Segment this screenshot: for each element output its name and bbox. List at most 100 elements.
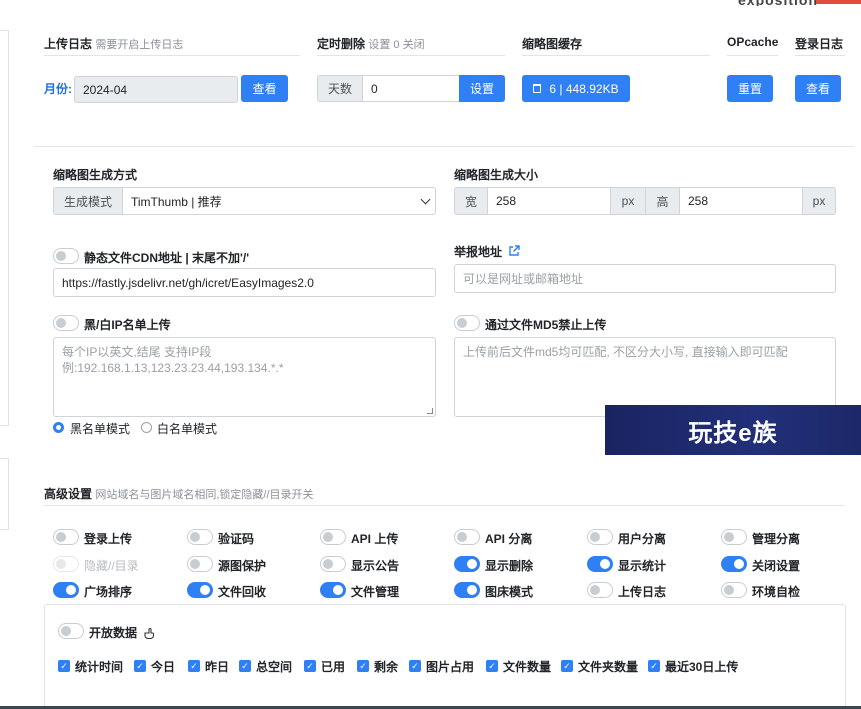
open-data-checkbox[interactable]: ✓: [188, 660, 200, 672]
advanced-toggle[interactable]: [721, 582, 747, 598]
header-logo-fragment: exposition: [738, 0, 861, 6]
advanced-toggle[interactable]: [187, 582, 213, 598]
thumb-method-title: 缩略图生成方式: [53, 168, 138, 182]
thumb-cache-button[interactable]: 6 | 448.92KB: [522, 75, 630, 102]
mode-addon: 生成模式: [53, 187, 123, 215]
thumb-cache-title: 缩略图缓存: [522, 37, 583, 51]
advanced-toggle-label: 显示统计: [618, 559, 667, 573]
open-data-panel: [44, 604, 846, 709]
opcache-title: OPcache: [727, 35, 779, 49]
advanced-toggle[interactable]: [53, 529, 79, 545]
open-data-checkbox[interactable]: ✓: [134, 660, 146, 672]
advanced-toggle[interactable]: [587, 556, 613, 572]
chevron-down-icon: [420, 194, 431, 204]
advanced-toggle-label: API 分离: [485, 532, 533, 546]
height-addon: 高: [645, 187, 680, 215]
scheduled-delete-title: 定时删除 设置 0 关闭: [317, 37, 425, 51]
open-data-label: 开放数据: [89, 626, 138, 640]
md5-toggle[interactable]: [454, 315, 480, 331]
trash-icon: [533, 84, 542, 93]
advanced-toggle-label: 显示删除: [485, 559, 534, 573]
advanced-toggle[interactable]: [53, 582, 79, 598]
sidebar-edge: [0, 458, 9, 530]
open-data-checkbox[interactable]: ✓: [239, 660, 251, 672]
thumb-size-title: 缩略图生成大小: [454, 168, 539, 182]
sidebar-edge: [0, 30, 9, 426]
advanced-toggle[interactable]: [187, 529, 213, 545]
blacklist-label: 黑名单模式: [70, 422, 131, 436]
upload-log-view-button[interactable]: 查看: [241, 75, 288, 102]
divider: [317, 55, 505, 56]
open-data-toggle[interactable]: [58, 623, 84, 639]
advanced-toggle[interactable]: [587, 582, 613, 598]
cdn-input[interactable]: https://fastly.jsdelivr.net/gh/icret/Eas…: [53, 268, 436, 297]
height-unit: px: [802, 187, 836, 215]
advanced-toggle[interactable]: [454, 529, 480, 545]
advanced-toggle-label: 环境自检: [752, 585, 801, 599]
opcache-reset-button[interactable]: 重置: [727, 75, 773, 102]
cdn-label: 静态文件CDN地址 | 末尾不加'/': [84, 251, 250, 265]
advanced-toggle[interactable]: [320, 529, 346, 545]
height-input[interactable]: 258: [679, 187, 803, 215]
cdn-toggle[interactable]: [53, 248, 79, 264]
report-input[interactable]: 可以是网址或邮箱地址: [454, 264, 836, 293]
open-data-checkbox-label: 昨日: [205, 660, 230, 674]
advanced-toggle-label: API 上传: [351, 532, 399, 546]
advanced-toggle[interactable]: [320, 556, 346, 572]
advanced-toggle[interactable]: [187, 556, 213, 572]
divider: [44, 505, 844, 506]
open-data-checkbox-label: 已用: [321, 660, 346, 674]
days-input[interactable]: 0: [362, 75, 460, 102]
open-data-checkbox[interactable]: ✓: [486, 660, 498, 672]
advanced-toggle[interactable]: [587, 529, 613, 545]
month-input[interactable]: 2024-04: [74, 76, 238, 103]
open-data-checkbox-label: 总空间: [256, 660, 293, 674]
open-data-checkbox[interactable]: ✓: [304, 660, 316, 672]
divider: [727, 55, 778, 56]
advanced-toggle[interactable]: [320, 582, 346, 598]
thumb-mode-select[interactable]: TimThumb | 推荐: [122, 187, 436, 215]
ip-list-textarea[interactable]: 每个IP以英文,结尾 支持IP段 例:192.168.1.13,123.23.2…: [53, 337, 436, 417]
login-log-view-button[interactable]: 查看: [795, 75, 841, 102]
whitelist-radio[interactable]: [141, 422, 152, 433]
days-addon: 天数: [317, 75, 363, 102]
open-data-checkbox[interactable]: ✓: [357, 660, 369, 672]
advanced-toggle-label: 文件管理: [351, 585, 400, 599]
report-label-wrap: 举报地址: [454, 243, 521, 260]
advanced-hint: 网站域名与图片域名相同,锁定隐藏//目录开关: [95, 489, 314, 501]
advanced-toggle[interactable]: [721, 556, 747, 572]
scheduled-delete-set-button[interactable]: 设置: [459, 75, 505, 102]
advanced-toggle-label: 上传日志: [618, 585, 667, 599]
advanced-toggle[interactable]: [454, 582, 480, 598]
advanced-toggle-label: 广场排序: [84, 585, 133, 599]
thumb-cache-size: 6 | 448.92KB: [549, 81, 619, 96]
advanced-toggle-label: 用户分离: [618, 532, 667, 546]
open-data-checkbox-label: 统计时间: [75, 660, 124, 674]
open-data-checkbox[interactable]: ✓: [58, 660, 70, 672]
ip-list-toggle[interactable]: [53, 315, 79, 331]
open-data-checkbox[interactable]: ✓: [409, 660, 421, 672]
watermark-text: 玩技e族: [688, 419, 778, 447]
external-link-icon[interactable]: [508, 245, 521, 260]
open-data-checkbox[interactable]: ✓: [561, 660, 573, 672]
login-log-title: 登录日志: [795, 37, 844, 51]
open-data-checkbox-label: 今日: [151, 660, 176, 674]
advanced-toggle[interactable]: [721, 529, 747, 545]
blacklist-radio[interactable]: [53, 422, 64, 433]
section-divider: [34, 146, 854, 147]
resize-grip-icon[interactable]: [427, 408, 433, 414]
width-unit: px: [610, 187, 646, 215]
report-placeholder: 可以是网址或邮箱地址: [463, 272, 584, 286]
upload-log-title: 上传日志 需要开启上传日志: [44, 37, 184, 51]
divider: [44, 55, 300, 56]
pointing-hand-icon: [143, 626, 156, 642]
advanced-toggle[interactable]: [454, 556, 480, 572]
upload-log-hint: 需要开启上传日志: [95, 39, 184, 51]
width-input[interactable]: 258: [487, 187, 611, 215]
advanced-title: 高级设置 网站域名与图片域名相同,锁定隐藏//目录开关: [44, 487, 314, 501]
ip-list-label: 黑/白IP名单上传: [84, 318, 171, 332]
ip-list-placeholder: 每个IP以英文,结尾 支持IP段 例:192.168.1.13,123.23.2…: [62, 345, 284, 375]
divider: [522, 55, 710, 56]
open-data-checkbox-label: 文件夹数量: [578, 660, 639, 674]
open-data-checkbox[interactable]: ✓: [648, 660, 660, 672]
